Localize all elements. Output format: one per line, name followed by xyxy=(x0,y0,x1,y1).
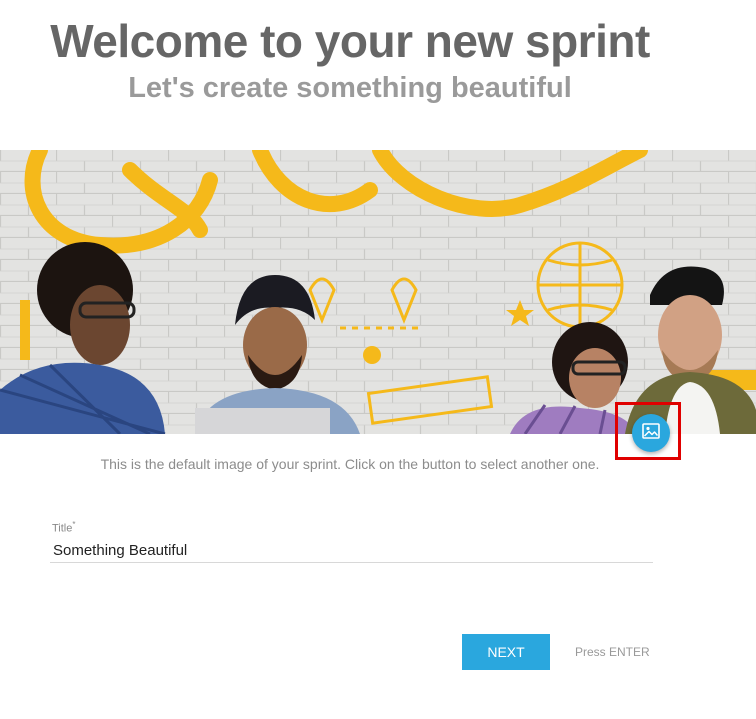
required-marker: * xyxy=(72,520,76,529)
page-title: Welcome to your new sprint xyxy=(50,15,650,67)
press-enter-hint: Press ENTER xyxy=(575,645,650,659)
title-input[interactable] xyxy=(50,538,653,563)
cover-illustration xyxy=(0,150,756,434)
title-field-label: Title* xyxy=(52,520,76,535)
sprint-cover-image xyxy=(0,150,756,434)
title-label-text: Title xyxy=(52,522,73,535)
page-subtitle: Let's create something beautiful xyxy=(128,72,572,104)
cover-image-hint: This is the default image of your sprint… xyxy=(100,456,600,472)
next-button[interactable]: NEXT xyxy=(462,634,550,670)
change-image-button[interactable] xyxy=(632,414,670,452)
image-icon xyxy=(642,422,660,444)
